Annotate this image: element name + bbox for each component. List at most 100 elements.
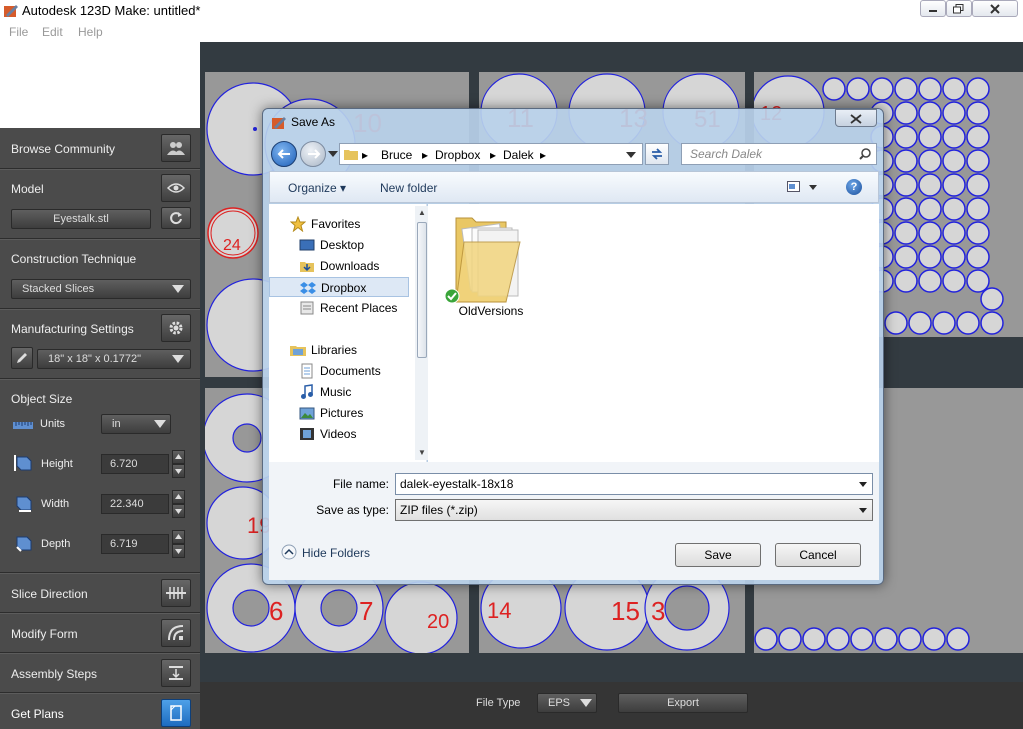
nav-music[interactable]: Music	[269, 382, 409, 402]
width-label: Width	[41, 498, 70, 510]
file-type-dropdown[interactable]: EPS	[537, 693, 597, 713]
organize-button[interactable]: Organize ▾	[288, 181, 346, 195]
refresh-icon	[170, 212, 182, 225]
separator	[0, 308, 200, 310]
save-type-select[interactable]: ZIP files (*.zip)	[395, 499, 873, 521]
view-options-button[interactable]	[785, 180, 821, 196]
depth-down[interactable]	[172, 544, 185, 558]
manufacturing-settings-button[interactable]	[161, 314, 191, 342]
nav-recent-places[interactable]: Recent Places	[269, 298, 409, 318]
width-icon	[16, 496, 32, 512]
path-arrow: ▸	[540, 148, 547, 162]
file-name-input[interactable]: dalek-eyestalk-18x18	[395, 473, 873, 495]
close-button[interactable]	[972, 0, 1018, 17]
down-arrow-icon	[175, 469, 182, 474]
scroll-thumb[interactable]	[417, 222, 427, 358]
material-dropdown[interactable]: 18" x 18" x 0.1772"	[37, 349, 191, 369]
folder-item-oldversions[interactable]: OldVersions	[444, 212, 536, 322]
dialog-close-button[interactable]	[835, 109, 877, 127]
units-value: in	[112, 418, 121, 430]
nav-desktop[interactable]: Desktop	[269, 235, 409, 255]
favorites-group[interactable]: Favorites	[269, 214, 409, 234]
path-segment-dropbox[interactable]: Dropbox	[435, 148, 480, 162]
nav-downloads[interactable]: Downloads	[269, 256, 409, 276]
dialog-title: Save As	[291, 115, 336, 129]
height-spinner[interactable]	[172, 450, 185, 478]
libraries-label: Libraries	[311, 343, 358, 357]
path-segment-bruce[interactable]: Bruce	[381, 148, 412, 162]
nav-scrollbar[interactable]: ▲ ▼	[415, 206, 429, 460]
file-name-label: File name:	[332, 477, 389, 491]
menu-help[interactable]: Help	[78, 25, 103, 39]
chevron-down-icon[interactable]	[626, 152, 636, 160]
search-input[interactable]: Search Dalek	[681, 143, 877, 165]
height-up[interactable]	[172, 450, 185, 464]
back-button[interactable]	[271, 141, 297, 167]
nav-dropbox[interactable]: Dropbox	[269, 277, 409, 297]
maximize-button[interactable]	[946, 0, 972, 17]
address-path[interactable]: ▸ Bruce ▸ Dropbox ▸ Dalek ▸	[339, 143, 643, 165]
edit-material-button[interactable]	[11, 347, 33, 369]
favorites-label: Favorites	[311, 217, 361, 231]
window-title: Autodesk 123D Make: untitled*	[22, 3, 201, 18]
menu-edit[interactable]: Edit	[42, 25, 63, 39]
nav-documents[interactable]: Documents	[269, 361, 409, 381]
depth-input[interactable]: 6.719	[101, 534, 169, 554]
help-icon: ?	[850, 181, 858, 193]
path-arrow: ▸	[490, 148, 497, 162]
chevron-down-icon[interactable]	[859, 482, 867, 488]
export-label: Export	[667, 697, 699, 709]
minimize-button[interactable]	[920, 0, 946, 17]
save-options-pane: File name: dalek-eyestalk-18x18 Save as …	[269, 462, 879, 580]
height-down[interactable]	[172, 464, 185, 478]
scroll-up-arrow[interactable]: ▲	[415, 206, 429, 220]
view-model-button[interactable]	[161, 174, 191, 202]
separator	[0, 238, 200, 240]
nav-pictures-label: Pictures	[320, 406, 364, 420]
piece-label-6: 6	[269, 596, 283, 626]
technique-dropdown[interactable]: Stacked Slices	[11, 279, 191, 299]
libraries-group[interactable]: Libraries	[269, 340, 409, 360]
units-dropdown[interactable]: in	[101, 414, 171, 434]
hide-folders-button[interactable]: Hide Folders	[281, 543, 381, 563]
folder-name: OldVersions	[458, 304, 524, 318]
forward-button[interactable]	[300, 141, 326, 167]
depth-up[interactable]	[172, 530, 185, 544]
width-input[interactable]: 22.340	[101, 494, 169, 514]
cancel-button[interactable]: Cancel	[775, 543, 861, 567]
height-input[interactable]: 6.720	[101, 454, 169, 474]
eye-icon	[167, 183, 185, 193]
nav-videos[interactable]: Videos	[269, 424, 409, 444]
separator	[0, 652, 200, 654]
save-button[interactable]: Save	[675, 543, 761, 567]
file-type-value: EPS	[548, 697, 571, 709]
width-value: 22.340	[110, 498, 144, 510]
assembly-steps-button[interactable]	[161, 659, 191, 687]
history-dropdown-icon[interactable]	[328, 151, 338, 159]
modify-form-button[interactable]	[161, 619, 191, 647]
reload-model-button[interactable]	[161, 207, 191, 229]
depth-spinner[interactable]	[172, 530, 185, 558]
refresh-icon	[651, 148, 663, 160]
nav-pictures[interactable]: Pictures	[269, 403, 409, 423]
down-arrow-icon	[175, 549, 182, 554]
width-down[interactable]	[172, 504, 185, 518]
refresh-button[interactable]	[645, 143, 669, 165]
down-arrow-icon	[175, 509, 182, 514]
new-folder-button[interactable]: New folder	[380, 181, 437, 195]
browse-community-button[interactable]	[161, 134, 191, 162]
width-spinner[interactable]	[172, 490, 185, 518]
menu-file[interactable]: File	[9, 25, 28, 39]
model-file-field[interactable]: Eyestalk.stl	[11, 209, 151, 229]
save-type-label: Save as type:	[316, 503, 389, 517]
sync-check-icon	[444, 288, 460, 304]
export-button[interactable]: Export	[618, 693, 748, 713]
width-up[interactable]	[172, 490, 185, 504]
path-segment-dalek[interactable]: Dalek	[503, 148, 534, 162]
help-button[interactable]: ?	[846, 179, 862, 195]
slice-direction-button[interactable]	[161, 579, 191, 607]
get-plans-button[interactable]	[161, 699, 191, 727]
separator	[0, 692, 200, 694]
scroll-down-arrow[interactable]: ▼	[415, 446, 429, 460]
people-icon	[167, 142, 185, 155]
